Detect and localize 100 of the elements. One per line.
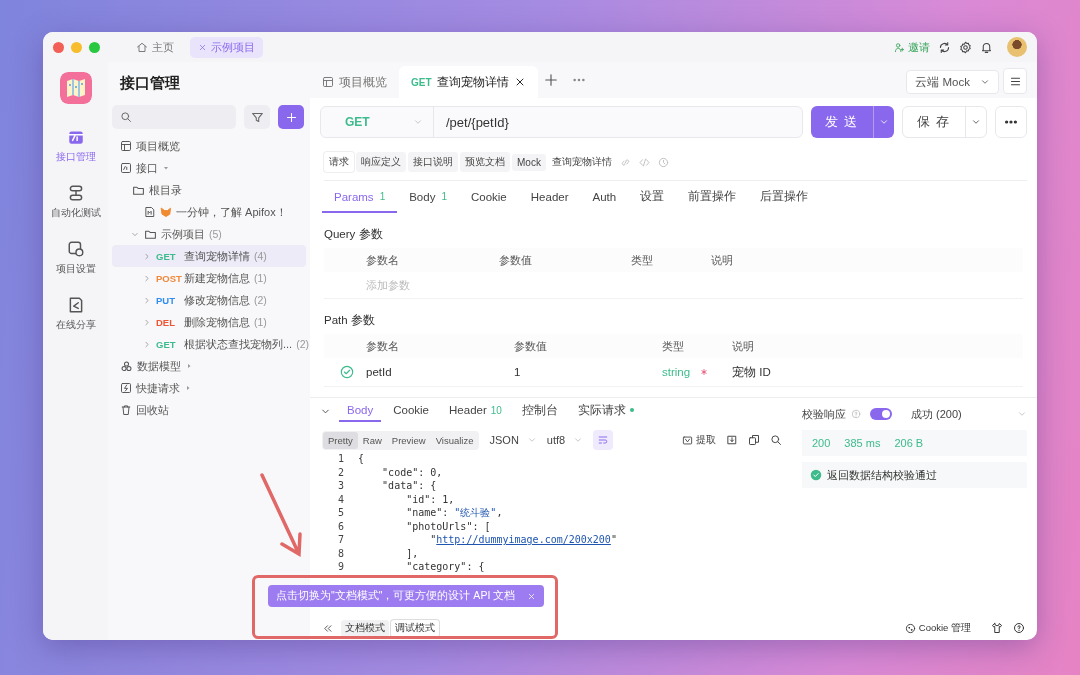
tree-item[interactable]: DEL 删除宠物信息 (1) <box>112 311 306 333</box>
response-tab[interactable]: Header 10 <box>441 400 510 422</box>
close-button[interactable] <box>53 41 64 53</box>
tree-item[interactable]: 一分钟，了解 Apifox！ <box>112 201 306 223</box>
shirt-icon[interactable] <box>991 622 1003 634</box>
view-tab[interactable]: Raw <box>357 431 387 449</box>
tree-item[interactable]: 接口 <box>112 157 306 179</box>
filter-button[interactable] <box>244 105 270 129</box>
nav-item[interactable]: 自动化测试 <box>50 184 101 220</box>
download-icon[interactable] <box>726 434 738 446</box>
add-user-icon <box>894 41 905 53</box>
param-tab[interactable]: Body 1 <box>397 181 459 213</box>
table-cell-text: 1 <box>514 366 522 378</box>
column-header: 参数名 <box>366 338 400 354</box>
window-tab[interactable]: 主页 <box>128 36 182 58</box>
line-number: 1 <box>336 452 344 466</box>
plus-icon[interactable] <box>543 73 558 87</box>
response-tab[interactable]: 控制台 <box>513 398 566 424</box>
mode-tab[interactable]: 文档模式 <box>341 619 389 637</box>
tree-item[interactable]: 回收站 <box>112 399 306 421</box>
table-cell-text: 宠物 ID <box>732 364 772 380</box>
tree-item[interactable]: 根目录 <box>112 179 306 201</box>
doc-tab[interactable]: 接口说明 <box>408 152 458 172</box>
doc-tab[interactable]: 预览文档 <box>460 152 510 172</box>
cookie-button[interactable]: Cookie 管理 <box>904 621 971 635</box>
code-line: "photoUrls": [ <box>405 519 491 533</box>
chevron-icon <box>413 117 423 127</box>
view-tab[interactable]: Pretty <box>323 431 358 449</box>
add-button[interactable] <box>278 105 304 129</box>
nav-item[interactable]: 接口管理 <box>55 128 96 164</box>
doc-tab[interactable]: 请求 <box>324 152 354 172</box>
help-icon[interactable] <box>1013 622 1025 634</box>
line-number: 2 <box>336 465 344 479</box>
collapse-left-icon[interactable] <box>322 622 333 634</box>
format-select[interactable]: JSON <box>489 434 537 446</box>
extract-button[interactable]: 提取 <box>682 433 716 447</box>
enabled-checkbox[interactable] <box>340 365 354 379</box>
param-tab[interactable]: 前置操作 <box>676 181 749 213</box>
column-header: 说明 <box>732 338 755 354</box>
search-icon <box>120 111 132 123</box>
maximize-button[interactable] <box>89 41 100 53</box>
bell-icon[interactable] <box>980 40 993 54</box>
validation-toggle[interactable] <box>870 408 892 420</box>
response-size: 206 B <box>894 437 924 449</box>
response-case-select[interactable]: 成功 (200) <box>911 406 1027 422</box>
tree-item[interactable]: PUT 修改宠物信息 (2) <box>112 289 306 311</box>
settings-icon[interactable] <box>959 40 972 54</box>
menu-button[interactable] <box>1003 68 1027 94</box>
copy-icon[interactable] <box>748 434 760 446</box>
line-number: 9 <box>336 560 344 574</box>
doc-tab[interactable]: 响应定义 <box>356 152 406 172</box>
tree-item[interactable]: 项目概览 <box>112 135 306 157</box>
document-icon <box>144 206 156 218</box>
check-circle-icon <box>810 469 822 481</box>
nav-item[interactable]: 项目设置 <box>55 240 96 276</box>
environment-select[interactable]: 云端 Mock <box>906 70 999 94</box>
tree-item[interactable]: 数据模型 <box>112 355 306 377</box>
tree-item[interactable]: 示例项目 (5) <box>112 223 306 245</box>
search-icon[interactable] <box>770 434 782 446</box>
save-button[interactable]: 保存 <box>902 106 987 138</box>
response-tab[interactable]: Body <box>339 400 382 422</box>
param-tab[interactable]: Auth <box>580 181 629 213</box>
caret-icon <box>184 384 192 392</box>
response-tab[interactable]: Cookie <box>385 400 438 422</box>
send-button[interactable]: 发送 <box>811 106 894 138</box>
tree-item[interactable]: GET 查询宠物详情 (4) <box>112 245 306 267</box>
more-button[interactable] <box>995 106 1027 138</box>
tree-item[interactable]: 快捷请求 <box>112 377 306 399</box>
cubes-icon <box>120 359 133 373</box>
line-number: 8 <box>336 546 344 560</box>
param-tab[interactable]: Params 1 <box>322 181 398 213</box>
search-field[interactable] <box>112 105 236 129</box>
view-tab[interactable]: Preview <box>386 431 431 449</box>
cookie-icon <box>904 622 916 634</box>
wrap-button[interactable] <box>593 430 614 450</box>
table-cell: string <box>662 366 691 378</box>
nav-item[interactable]: 在线分享 <box>55 296 96 332</box>
view-tab[interactable]: Visualize <box>430 431 479 449</box>
param-tab[interactable]: 设置 <box>628 181 677 213</box>
doc-tab[interactable]: Mock <box>512 153 546 171</box>
editor-tab[interactable]: GET 查询宠物详情 <box>399 66 538 98</box>
api-icon <box>120 162 132 174</box>
avatar[interactable] <box>1007 37 1027 57</box>
encoding-select[interactable]: utf8 <box>546 434 584 446</box>
plus-icon <box>284 110 298 124</box>
home-icon <box>136 41 148 53</box>
api-icon <box>66 128 85 146</box>
param-tab[interactable]: Cookie <box>458 181 519 213</box>
response-tab[interactable]: 实际请求 <box>569 398 642 424</box>
param-tab[interactable]: 后置操作 <box>748 181 821 213</box>
validation-message: 返回数据结构校验通过 <box>827 467 937 483</box>
url-field[interactable]: GET /pet/{petId} <box>320 106 803 138</box>
check-circle-icon <box>340 365 354 379</box>
tree-item[interactable]: POST 新建宠物信息 (1) <box>112 267 306 289</box>
sync-icon[interactable] <box>938 40 951 54</box>
mode-tab[interactable]: 调试模式 <box>391 619 439 637</box>
close-icon[interactable] <box>527 591 537 601</box>
line-number: 7 <box>336 533 344 547</box>
editor-tab[interactable]: 项目概览 <box>310 66 399 98</box>
param-tab[interactable]: Header <box>518 181 581 213</box>
